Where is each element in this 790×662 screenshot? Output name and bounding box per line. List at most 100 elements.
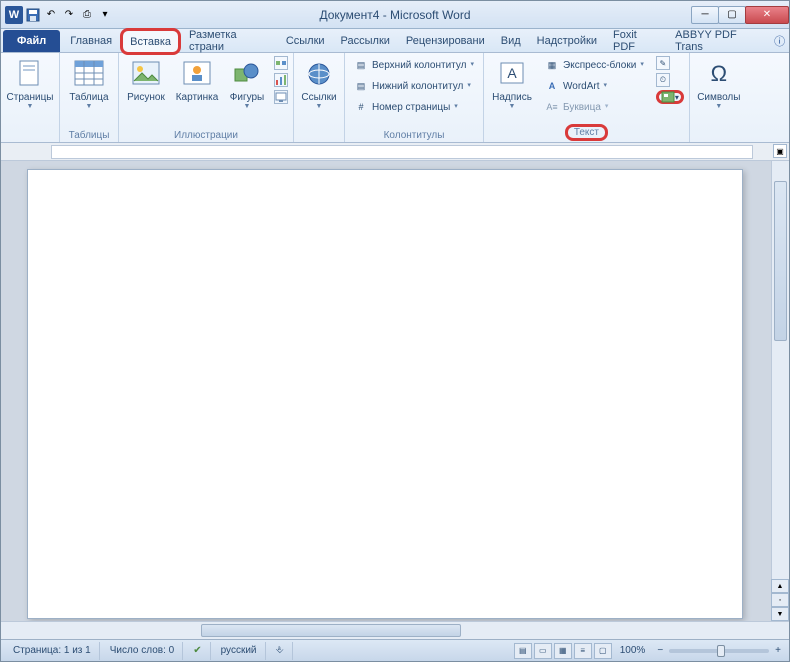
group-header-footer: ▤Верхний колонтитул▾ ▤Нижний колонтитул▾… <box>345 53 484 142</box>
prev-page-button[interactable]: ▲ <box>771 579 789 593</box>
dropcap-button[interactable]: A≡Буквица▾ <box>540 97 649 117</box>
minimize-button[interactable]: ─ <box>691 6 719 24</box>
group-text: A Надпись ▼ ▦Экспресс-блоки▾ AWordArt▾ A… <box>484 53 690 142</box>
tab-view[interactable]: Вид <box>493 29 529 52</box>
tab-references[interactable]: Ссылки <box>278 29 333 52</box>
group-tables: Таблица ▼ Таблицы <box>60 53 119 142</box>
chevron-down-icon: ▼ <box>86 103 93 110</box>
picture-icon <box>130 58 162 90</box>
undo-icon[interactable]: ↶ <box>43 7 59 23</box>
clipart-button[interactable]: Картинка <box>173 55 221 106</box>
quick-access-toolbar: W ↶ ↷ ⎙ ▾ <box>1 6 117 24</box>
maximize-button[interactable]: ▢ <box>718 6 746 24</box>
word-app-icon: W <box>5 6 23 24</box>
clipart-icon <box>181 58 213 90</box>
view-outline[interactable]: ≡ <box>574 643 592 659</box>
tab-home[interactable]: Главная <box>62 29 120 52</box>
picture-button[interactable]: Рисунок <box>123 55 169 106</box>
zoom-out-button[interactable]: − <box>653 645 667 656</box>
group-illustrations: Рисунок Картинка Фигуры ▼ Иллюстрации <box>119 53 294 142</box>
tab-foxit[interactable]: Foxit PDF <box>605 29 667 52</box>
zoom-in-button[interactable]: + <box>771 645 785 656</box>
tab-layout[interactable]: Разметка страни <box>181 29 278 52</box>
chevron-down-icon: ▼ <box>27 103 34 110</box>
screenshot-icon[interactable] <box>274 90 288 104</box>
check-icon: ✔ <box>193 645 201 656</box>
chevron-down-icon: ▼ <box>715 103 722 110</box>
signature-line-icon[interactable]: ✎ <box>656 56 670 70</box>
hscroll-thumb[interactable] <box>201 624 461 637</box>
links-button[interactable]: Ссылки ▼ <box>298 55 340 113</box>
save-icon[interactable] <box>25 7 41 23</box>
shapes-button[interactable]: Фигуры ▼ <box>225 55 269 113</box>
qat-customize-icon[interactable]: ▾ <box>97 7 113 23</box>
group-symbols: Ω Символы ▼ <box>690 53 748 142</box>
status-page[interactable]: Страница: 1 из 1 <box>5 642 100 660</box>
view-draft[interactable]: ▢ <box>594 643 612 659</box>
symbols-button[interactable]: Ω Символы ▼ <box>694 55 744 113</box>
table-button[interactable]: Таблица ▼ <box>64 55 114 113</box>
chevron-down-icon: ▼ <box>509 103 516 110</box>
status-bar: Страница: 1 из 1 Число слов: 0 ✔ русский… <box>1 639 789 661</box>
ruler-toggle-button[interactable]: ▣ <box>773 144 787 158</box>
svg-text:A: A <box>507 65 517 81</box>
smartart-icon[interactable] <box>274 56 288 70</box>
vertical-scrollbar[interactable]: ▲ ◦ ▼ <box>771 161 789 621</box>
footer-icon: ▤ <box>354 79 368 93</box>
textbox-icon: A <box>496 58 528 90</box>
document-area: ▲ ◦ ▼ <box>1 161 789 621</box>
document-page[interactable] <box>27 169 743 619</box>
page-number-button[interactable]: #Номер страницы▾ <box>349 97 479 117</box>
group-text-label: Текст <box>565 124 608 141</box>
tab-abbyy[interactable]: ABBYY PDF Trans <box>667 29 770 52</box>
tab-review[interactable]: Рецензировани <box>398 29 493 52</box>
window-controls: ─ ▢ ✕ <box>692 6 789 24</box>
redo-icon[interactable]: ↷ <box>61 7 77 23</box>
page-icon <box>14 58 46 90</box>
status-language[interactable]: русский <box>213 642 266 660</box>
close-button[interactable]: ✕ <box>745 6 789 24</box>
view-print-layout[interactable]: ▤ <box>514 643 532 659</box>
tab-file[interactable]: Файл <box>3 30 60 52</box>
qat-extra-icon[interactable]: ⎙ <box>79 7 95 23</box>
status-proofing[interactable]: ✔ <box>185 642 210 660</box>
scroll-thumb[interactable] <box>774 181 787 341</box>
pagenum-icon: # <box>354 100 368 114</box>
tab-addins[interactable]: Надстройки <box>529 29 605 52</box>
zoom-slider-thumb[interactable] <box>717 645 725 657</box>
horizontal-scrollbar[interactable] <box>1 621 789 639</box>
title-bar: W ↶ ↷ ⎙ ▾ Документ4 - Microsoft Word ─ ▢… <box>1 1 789 29</box>
chevron-down-icon: ▼ <box>244 103 251 110</box>
insert-object-button[interactable]: ▾ <box>656 90 684 104</box>
tab-mailings[interactable]: Рассылки <box>333 29 398 52</box>
quickparts-icon: ▦ <box>545 58 559 72</box>
zoom-level-label[interactable]: 100% <box>614 645 652 656</box>
tab-insert[interactable]: Вставка <box>120 28 181 55</box>
next-page-button[interactable]: ▼ <box>771 607 789 621</box>
illus-small-buttons <box>273 55 289 105</box>
help-icon[interactable]: ⓘ <box>770 29 789 52</box>
horizontal-ruler: ▣ <box>1 143 789 161</box>
link-icon <box>303 58 335 90</box>
status-wordcount[interactable]: Число слов: 0 <box>102 642 183 660</box>
header-button[interactable]: ▤Верхний колонтитул▾ <box>349 55 479 75</box>
pages-button[interactable]: Страницы ▼ <box>5 55 55 113</box>
view-fullscreen[interactable]: ▭ <box>534 643 552 659</box>
ribbon: Страницы ▼ Таблица ▼ Таблицы Рисунок <box>1 53 789 143</box>
group-links: Ссылки ▼ <box>294 53 345 142</box>
window-title: Документ4 - Microsoft Word <box>319 8 470 22</box>
status-insert-mode[interactable]: ⎀ <box>268 642 293 660</box>
wordart-icon: A <box>545 79 559 93</box>
chart-icon[interactable] <box>274 73 288 87</box>
footer-button[interactable]: ▤Нижний колонтитул▾ <box>349 76 479 96</box>
table-icon <box>73 58 105 90</box>
date-time-icon[interactable]: ⏲ <box>656 73 670 87</box>
quick-parts-button[interactable]: ▦Экспресс-блоки▾ <box>540 55 649 75</box>
wordart-button[interactable]: AWordArt▾ <box>540 76 649 96</box>
group-pages: Страницы ▼ <box>1 53 60 142</box>
shapes-icon <box>231 58 263 90</box>
browse-object-button[interactable]: ◦ <box>771 593 789 607</box>
zoom-slider[interactable] <box>669 649 769 653</box>
textbox-button[interactable]: A Надпись ▼ <box>488 55 536 113</box>
view-web[interactable]: ▦ <box>554 643 572 659</box>
